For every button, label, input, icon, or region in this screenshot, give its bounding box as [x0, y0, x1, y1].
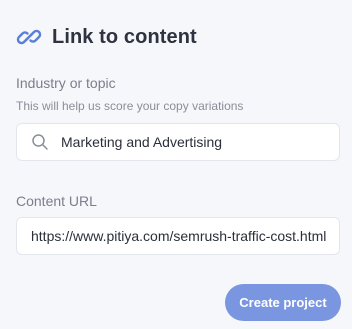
industry-value: Marketing and Advertising [61, 134, 223, 150]
industry-search-input[interactable]: Marketing and Advertising [16, 123, 340, 161]
content-url-value: https://www.pitiya.com/semrush-traffic-c… [31, 228, 327, 244]
search-icon [31, 133, 49, 151]
content-url-input[interactable]: https://www.pitiya.com/semrush-traffic-c… [16, 217, 340, 255]
industry-helper-text: This will help us score your copy variat… [16, 99, 244, 113]
panel-header: Link to content [16, 24, 197, 50]
link-to-content-panel: Link to content Industry or topic This w… [0, 0, 352, 329]
content-url-label: Content URL [16, 193, 97, 209]
page-title: Link to content [52, 25, 197, 48]
create-project-button[interactable]: Create project [225, 284, 341, 321]
link-icon [16, 24, 42, 50]
industry-label: Industry or topic [16, 75, 116, 91]
